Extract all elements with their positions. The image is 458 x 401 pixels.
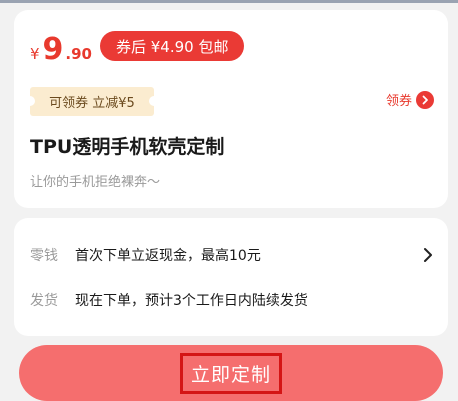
coupon-tag: 可领券 立减¥5 — [25, 87, 159, 116]
cashback-row[interactable]: 零钱 首次下单立返现金，最高10元 — [30, 245, 261, 265]
shipping-row: 发货 现在下单，预计3个工作日内陆续发货 — [30, 290, 308, 310]
product-summary-card: ¥ 9 .90 券后 ¥4.90 包邮 可领券 立减¥5 领券 TPU透明手机软… — [14, 10, 448, 208]
customize-now-label: 立即定制 — [179, 352, 283, 394]
product-title: TPU透明手机软壳定制 — [30, 136, 225, 158]
cashback-label: 零钱 — [30, 248, 58, 264]
price-integer: 9 — [42, 32, 64, 67]
price: ¥ 9 .90 — [30, 32, 92, 72]
get-coupon-button[interactable]: 领券 — [386, 90, 434, 109]
cashback-value: 首次下单立返现金，最高10元 — [75, 248, 261, 264]
arrow-right-circle-icon — [416, 90, 434, 109]
chevron-right-icon[interactable] — [422, 247, 434, 263]
get-coupon-label: 领券 — [385, 94, 412, 109]
price-currency: ¥ — [30, 45, 40, 63]
shipping-label: 发货 — [30, 293, 58, 309]
after-coupon-price-badge: 券后 ¥4.90 包邮 — [100, 31, 245, 61]
shipping-value: 现在下单，预计3个工作日内陆续发货 — [75, 293, 308, 309]
customize-now-button[interactable]: 立即定制 — [19, 345, 443, 401]
benefits-card: 零钱 首次下单立返现金，最高10元 发货 现在下单，预计3个工作日内陆续发货 — [14, 218, 448, 336]
top-divider — [0, 0, 458, 3]
price-decimal: .90 — [65, 45, 92, 63]
product-subtitle: 让你的手机拒绝裸奔～ — [30, 175, 161, 190]
